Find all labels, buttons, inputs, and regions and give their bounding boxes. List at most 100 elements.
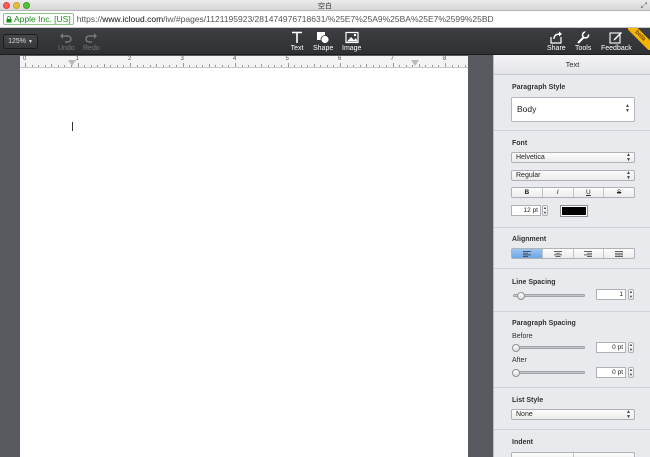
- line-spacing-field[interactable]: 1: [596, 289, 626, 300]
- ruler-tick: [333, 65, 335, 67]
- paragraph-style-select[interactable]: Body ▲ ▼: [511, 97, 635, 122]
- ruler-tick: [320, 65, 322, 67]
- inspector-panel: Text Paragraph Style Body ▲ ▼ Font Helveti…: [493, 55, 650, 457]
- ruler-tick: [425, 65, 427, 67]
- image-label: Image: [342, 45, 362, 52]
- inspector-header: Text: [494, 55, 650, 75]
- before-spacing-slider[interactable]: [512, 344, 585, 352]
- undo-button[interactable]: Undo: [58, 31, 75, 52]
- ruler-tick: [405, 65, 407, 67]
- line-spacing-slider[interactable]: [513, 292, 585, 300]
- image-button[interactable]: Image: [342, 31, 361, 52]
- document-page[interactable]: [20, 68, 468, 457]
- ruler-tick: [451, 65, 453, 67]
- text-button[interactable]: Text: [290, 31, 304, 52]
- justify-button[interactable]: [604, 249, 634, 258]
- after-spacing-stepper[interactable]: ▲ ▼: [628, 367, 634, 378]
- horizontal-ruler[interactable]: 0 1 2 3 4 5 6 7 8: [20, 56, 468, 68]
- ssl-badge[interactable]: Apple Inc. [US]: [3, 13, 74, 25]
- font-size-field[interactable]: 12 pt: [511, 205, 541, 216]
- ruler-number: 8: [443, 56, 447, 62]
- strikethrough-button[interactable]: S: [604, 188, 634, 197]
- url-scheme: https://: [76, 14, 103, 24]
- zoom-menu-button[interactable]: 125% ▼: [3, 34, 38, 49]
- divider: [494, 227, 650, 228]
- underline-button[interactable]: U: [574, 188, 605, 197]
- align-left-icon: [522, 250, 531, 257]
- share-button[interactable]: Share: [547, 31, 566, 52]
- ruler-tick: [44, 65, 46, 67]
- decrease-indent-button[interactable]: [512, 453, 574, 457]
- url-text[interactable]: https://www.icloud.com/iw/#pages/1121195…: [77, 14, 494, 24]
- shape-button[interactable]: Shape: [313, 31, 333, 52]
- ruler-tick: [130, 63, 131, 67]
- tools-button[interactable]: Tools: [575, 31, 591, 52]
- ruler-tick: [274, 65, 276, 67]
- font-title: Font: [512, 140, 528, 147]
- ruler-tick: [287, 63, 289, 67]
- typeface-value: Regular: [516, 172, 541, 179]
- app-toolbar: 125% ▼ Undo Redo Text Shape Image Share T…: [0, 28, 650, 55]
- ruler-tick: [202, 65, 204, 67]
- up-down-arrows-icon: ▲ ▼: [625, 103, 630, 114]
- indent-buttons: [511, 452, 635, 457]
- font-size-stepper[interactable]: ▲ ▼: [542, 205, 548, 216]
- redo-button[interactable]: Redo: [83, 31, 100, 52]
- ruler-tick: [353, 65, 355, 67]
- left-indent-marker[interactable]: [68, 60, 76, 66]
- lock-icon: [6, 15, 12, 22]
- before-spacing-stepper[interactable]: ▲ ▼: [628, 342, 634, 353]
- ruler-tick: [25, 63, 26, 67]
- before-spacing-field[interactable]: 0 pt: [596, 342, 626, 353]
- font-family-select[interactable]: Helvetica ▲ ▼: [511, 152, 635, 163]
- before-label: Before: [512, 333, 533, 340]
- align-right-button[interactable]: [574, 249, 605, 258]
- ruler-tick: [51, 64, 53, 67]
- ruler-tick: [340, 63, 341, 67]
- fullscreen-icon[interactable]: ⤢: [641, 1, 647, 11]
- redo-label: Redo: [83, 45, 100, 52]
- ruler-number: 4: [233, 56, 237, 62]
- align-left-button[interactable]: [512, 249, 543, 258]
- ruler-tick: [445, 63, 446, 67]
- list-style-select[interactable]: None ▲ ▼: [511, 409, 635, 420]
- ruler-tick: [392, 63, 394, 67]
- beta-label: beta: [628, 28, 650, 50]
- ruler-tick: [379, 65, 381, 67]
- ruler-tick: [189, 65, 191, 67]
- ruler-tick: [254, 65, 256, 67]
- font-family-value: Helvetica: [516, 154, 545, 161]
- increase-indent-button[interactable]: [574, 453, 635, 457]
- after-spacing-slider[interactable]: [512, 369, 585, 377]
- typeface-select[interactable]: Regular ▲ ▼: [511, 170, 635, 181]
- zoom-value: 125%: [8, 38, 26, 45]
- slider-knob[interactable]: [517, 292, 525, 300]
- font-style-buttons: B I U S: [511, 187, 635, 198]
- ruler-tick: [267, 65, 269, 67]
- ruler-tick: [116, 65, 118, 67]
- ruler-tick: [438, 65, 440, 67]
- bold-button[interactable]: B: [512, 188, 543, 197]
- divider: [494, 268, 650, 269]
- alignment-buttons: [511, 248, 635, 259]
- ruler-tick: [149, 65, 151, 67]
- underline-label: U: [586, 189, 591, 196]
- ruler-number: 1: [75, 56, 79, 62]
- slider-knob[interactable]: [512, 369, 520, 377]
- ruler-number: 7: [390, 56, 394, 62]
- italic-button[interactable]: I: [543, 188, 574, 197]
- text-color-well[interactable]: [560, 205, 588, 217]
- address-bar[interactable]: Apple Inc. [US] https://www.icloud.com/i…: [0, 11, 650, 28]
- line-spacing-stepper[interactable]: ▲ ▼: [628, 289, 634, 300]
- ruler-tick: [300, 65, 302, 67]
- after-spacing-field[interactable]: 0 pt: [596, 367, 626, 378]
- right-indent-marker[interactable]: [411, 60, 419, 66]
- text-caret: [72, 122, 73, 131]
- feedback-icon: [609, 32, 623, 44]
- paragraph-spacing-title: Paragraph Spacing: [512, 320, 576, 327]
- ruler-tick: [221, 65, 223, 67]
- slider-knob[interactable]: [512, 344, 520, 352]
- ruler-tick: [97, 65, 99, 67]
- ruler-tick: [235, 63, 236, 67]
- align-center-button[interactable]: [543, 249, 574, 258]
